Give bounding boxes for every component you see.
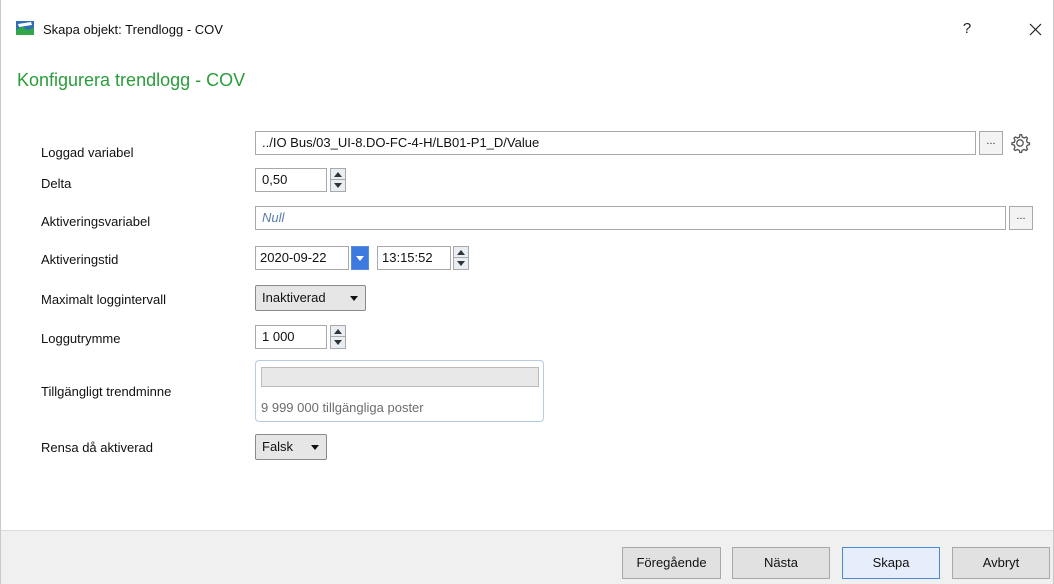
delta-field[interactable]: 0,50 (255, 168, 327, 192)
delta-stepper[interactable] (330, 168, 346, 192)
activation-time-label: Aktiveringstid (41, 252, 119, 267)
delta-label: Delta (41, 176, 72, 191)
previous-button[interactable]: Föregående (622, 547, 721, 579)
spinner-down-arrow-icon[interactable] (331, 180, 345, 191)
trend-memory-text: 9 999 000 tillgängliga poster (261, 400, 424, 415)
create-button[interactable]: Skapa (842, 547, 940, 579)
settings-button[interactable] (1008, 131, 1032, 155)
app-icon (16, 21, 34, 35)
clear-on-activation-label: Rensa då aktiverad (41, 440, 154, 455)
gear-icon (1011, 133, 1031, 154)
close-icon (1029, 23, 1041, 36)
max-log-interval-value: Inaktiverad (262, 290, 326, 305)
activation-date-field[interactable]: 2020-09-22 (255, 246, 349, 270)
time-stepper[interactable] (453, 246, 469, 270)
spinner-up-arrow-icon[interactable] (331, 326, 345, 337)
spinner-down-arrow-icon[interactable] (331, 337, 345, 348)
trend-memory-progress-bar (261, 367, 539, 387)
log-space-field[interactable]: 1 000 (255, 325, 327, 349)
chevron-down-icon (350, 296, 358, 301)
activation-variable-label: Aktiveringsvariabel (41, 214, 151, 229)
chevron-down-icon (356, 256, 364, 261)
activation-variable-field[interactable]: Null (255, 206, 1006, 230)
spinner-down-arrow-icon[interactable] (454, 258, 468, 269)
trend-memory-label: Tillgängligt trendminne (41, 384, 172, 399)
logged-variable-browse-button[interactable]: ... (979, 131, 1003, 155)
help-button[interactable]: ? (956, 18, 978, 40)
close-button[interactable] (1023, 18, 1047, 42)
next-button[interactable]: Nästa (732, 547, 830, 579)
logged-variable-label: Loggad variabel (41, 145, 134, 160)
clear-on-activation-select[interactable]: Falsk (255, 434, 327, 460)
trend-memory-panel: 9 999 000 tillgängliga poster (255, 360, 544, 422)
cancel-button[interactable]: Avbryt (952, 547, 1050, 579)
title-bar: Skapa objekt: Trendlogg - COV ? (1, 0, 1053, 40)
spinner-up-arrow-icon[interactable] (331, 169, 345, 180)
date-picker-button[interactable] (351, 246, 369, 270)
dialog-window: Skapa objekt: Trendlogg - COV ? Konfigur… (0, 0, 1054, 584)
log-space-stepper[interactable] (330, 325, 346, 349)
max-log-interval-label: Maximalt loggintervall (41, 292, 166, 307)
spinner-up-arrow-icon[interactable] (454, 247, 468, 258)
max-log-interval-select[interactable]: Inaktiverad (255, 285, 366, 311)
logged-variable-field[interactable]: ../IO Bus/03_UI-8.DO-FC-4-H/LB01-P1_D/Va… (255, 131, 976, 155)
clear-on-activation-value: Falsk (262, 439, 294, 454)
window-title: Skapa objekt: Trendlogg - COV (43, 22, 223, 37)
chevron-down-icon (311, 445, 319, 450)
log-space-label: Loggutrymme (41, 331, 121, 346)
page-title: Konfigurera trendlogg - COV (17, 70, 246, 90)
dialog-footer: Föregående Nästa Skapa Avbryt (1, 530, 1053, 584)
activation-variable-browse-button[interactable]: ... (1009, 206, 1033, 230)
activation-time-field[interactable]: 13:15:52 (377, 246, 451, 270)
